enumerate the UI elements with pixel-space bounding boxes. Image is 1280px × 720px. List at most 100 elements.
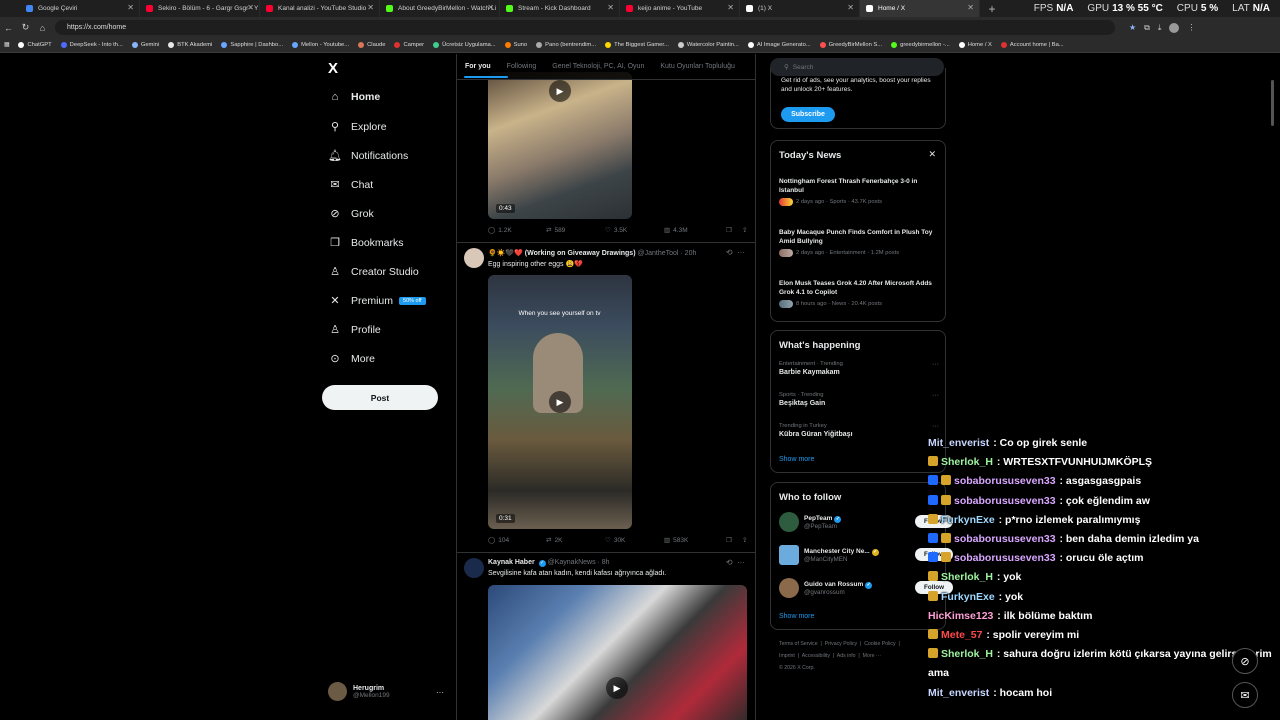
trend-more-icon[interactable]: ··· [932,423,939,430]
news-item[interactable]: Elon Musk Teases Grok 4.20 After Microso… [779,280,941,308]
news-item[interactable]: Nottingham Forest Thrash Fenerbahçe 3-0 … [779,178,941,206]
bookmark-item[interactable]: ChatGPT [18,42,52,48]
chat-username[interactable]: sobaborususeven33 [954,552,1056,564]
browser-tab[interactable]: keijo anime - YouTube ✕ [620,0,740,17]
tweet-video[interactable]: ▶ [488,585,747,720]
tab-close-icon[interactable]: ✕ [847,3,854,12]
share-icon[interactable]: ⇪ [742,226,747,234]
nav-item-creator-studio[interactable]: ♙ Creator Studio [328,265,419,279]
trend-item[interactable]: Trending in Turkey Kübra Güran Yiğitbaşı… [779,423,941,438]
bookmark-item[interactable]: greedybirmellon -... [891,42,950,48]
grok-float-icon[interactable]: ⊘ [1232,648,1258,674]
bookmark-item[interactable]: GreedyBirMellon S... [819,42,882,48]
bookmark-item[interactable]: BTK Akademi [168,42,212,48]
bookmark-item[interactable]: Camper [394,42,424,48]
new-tab-button[interactable]: + [984,2,1000,16]
chat-username[interactable]: Mit_enverist [928,687,989,699]
views-button[interactable]: ▥ 4.3M [664,226,726,235]
tab-community-tech[interactable]: Genel Teknoloji, PC, AI, Oyun [544,63,652,70]
trend-more-icon[interactable]: ··· [932,361,939,368]
share-icon[interactable]: ⇪ [742,536,747,544]
follow-suggestion[interactable]: PepTeam✓@PepTeam Follow [779,512,953,532]
post-button[interactable]: Post [322,385,438,410]
x-logo[interactable]: X [328,60,338,77]
repost-button[interactable]: ⇄ 589 [546,226,605,235]
bookmark-tweet-icon[interactable]: ❒ [726,226,742,234]
follow-suggestion[interactable]: Guido van Rossum ✓ @gvanrossum Follow [779,578,953,598]
browser-tab[interactable]: Sekiro - Bölüm - 6 - Gargr Gsgr - Y ✕ [140,0,260,17]
views-button[interactable]: ▥ 583K [664,536,726,545]
tab-close-icon[interactable]: ✕ [727,3,734,12]
tab-close-icon[interactable]: ✕ [607,3,614,12]
chat-username[interactable]: Mete_57 [941,629,982,641]
close-icon[interactable]: ✕ [928,149,936,160]
tweet-more-icon[interactable]: ⟲ ··· [726,248,745,257]
browser-tab[interactable]: About GreedyBirMellon - Watch Li ✕ [380,0,500,17]
footer-link[interactable]: Ads info [837,653,856,659]
chat-username[interactable]: Sherlok_H [941,571,993,583]
browser-tab[interactable]: Stream - Kick Dashboard ✕ [500,0,620,17]
bookmark-item[interactable]: Suno [504,42,527,48]
reload-icon[interactable]: ↻ [17,22,34,33]
avatar[interactable] [464,558,484,578]
news-item[interactable]: Baby Macaque Punch Finds Comfort in Plus… [779,229,941,257]
nav-item-chat[interactable]: ✉ Chat [328,178,373,192]
chat-username[interactable]: sobaborususeven33 [954,495,1056,507]
chat-username[interactable]: HicKimse123 [928,610,993,622]
footer-link[interactable]: Cookie Policy [864,641,895,647]
messages-float-icon[interactable]: ✉ [1232,682,1258,708]
chat-username[interactable]: FurkynExe [941,591,995,603]
repost-button[interactable]: ⇄ 2K [546,536,605,545]
chat-username[interactable]: sobaborususeven33 [954,475,1056,487]
nav-item-home[interactable]: ⌂ Home [328,91,381,103]
browser-tab[interactable]: Google Çeviri ✕ [20,0,140,17]
avatar[interactable] [464,248,484,268]
tab-close-icon[interactable]: ✕ [967,3,974,12]
star-icon[interactable]: ★ [1129,23,1136,33]
tab-close-icon[interactable]: ✕ [247,3,254,12]
subscribe-button[interactable]: Subscribe [781,107,835,122]
play-icon[interactable]: ▶ [606,677,628,699]
tab-close-icon[interactable]: ✕ [367,3,374,12]
play-icon[interactable]: ▶ [549,80,571,102]
bookmark-item[interactable]: Mellon - Youtube... [292,42,349,48]
like-button[interactable]: ♡ 3.5K [605,226,664,235]
back-arrow-icon[interactable]: ← [0,23,17,33]
bookmark-item[interactable]: DeepSeek - Into th... [60,42,123,48]
chat-username[interactable]: Sherlok_H [941,648,993,660]
nav-item-profile[interactable]: ♙ Profile [328,323,381,337]
show-more-link[interactable]: Show more [779,613,814,620]
footer-link[interactable]: Terms of Service [779,641,818,647]
footer-link[interactable]: Privacy Policy [825,641,857,647]
trend-more-icon[interactable]: ··· [932,392,939,399]
nav-item-bookmarks[interactable]: ❒ Bookmarks [328,236,403,250]
tweet-author-name[interactable]: Kaynak Haber [488,559,535,566]
url-input[interactable]: https://x.com/home [55,20,1115,35]
tab-for-you[interactable]: For you [457,63,499,70]
chat-username[interactable]: sobaborususeven33 [954,533,1056,545]
tweet-more-icon[interactable]: ⟲ ··· [726,558,745,567]
nav-item-premium[interactable]: ✕ Premium 50% off [328,294,426,307]
bookmark-item[interactable]: Pano (bentrendim... [536,42,596,48]
bookmark-item[interactable]: AI Image Generato... [747,42,811,48]
tab-close-icon[interactable]: ✕ [127,3,134,12]
menu-icon[interactable]: ⋮ [1187,23,1195,33]
apps-icon[interactable]: ▦ [4,42,9,48]
bookmark-item[interactable]: Account home | Ba... [1000,42,1064,48]
account-switcher[interactable]: Herugrim @Mellon199 [328,682,390,701]
extensions-icon[interactable]: ⧉ [1144,23,1150,33]
chat-username[interactable]: Mit_enverist [928,437,989,449]
bookmark-item[interactable]: Ücretsiz Uygulama... [433,42,496,48]
account-more-icon[interactable]: ··· [436,688,444,697]
tweet-author-handle[interactable]: @JantheTool · 20h [638,250,697,257]
trend-item[interactable]: Sports · Trending Beşiktaş Gain ··· [779,392,941,407]
nav-item-grok[interactable]: ⊘ Grok [328,207,373,221]
bookmark-tweet-icon[interactable]: ❒ [726,536,742,544]
play-icon[interactable]: ▶ [549,391,571,413]
bookmark-item[interactable]: Home / X [958,42,992,48]
tab-close-icon[interactable]: ✕ [487,3,494,12]
trend-item[interactable]: Entertainment · Trending Barbie Kaymakam… [779,361,941,376]
browser-tab[interactable]: Home / X ✕ [860,0,980,17]
nav-item-explore[interactable]: ⚲ Explore [328,120,387,134]
chat-username[interactable]: Sherlok_H [941,456,993,468]
